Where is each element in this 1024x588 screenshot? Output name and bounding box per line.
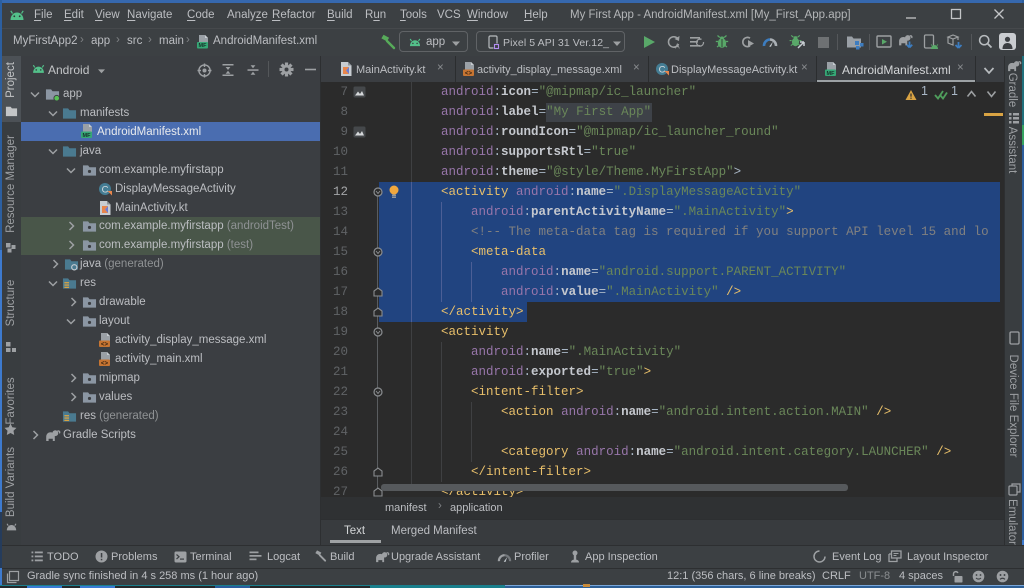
- svg-text:MF: MF: [199, 43, 208, 49]
- svg-text:A: A: [675, 44, 680, 51]
